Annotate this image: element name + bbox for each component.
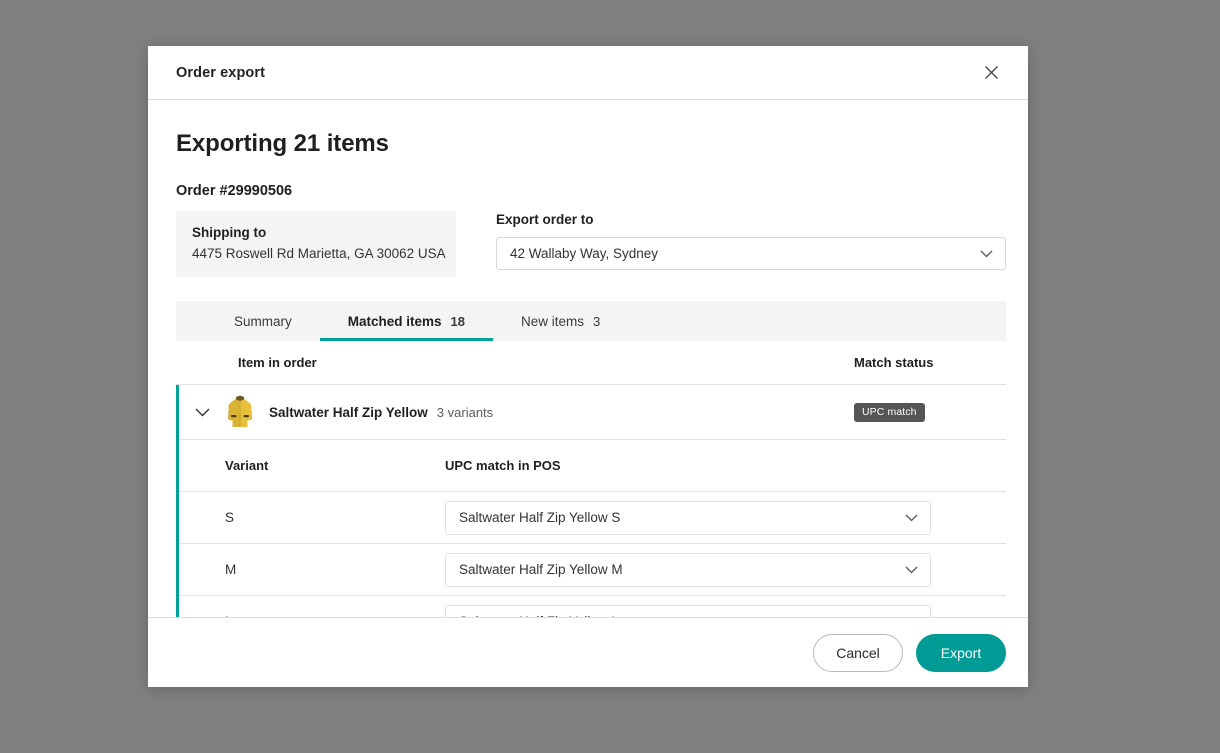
dialog-window-title: Order export xyxy=(176,64,266,81)
variant-label: M xyxy=(225,562,237,577)
shipping-to-label: Shipping to xyxy=(192,225,267,240)
table-row: L Saltwater Half Zip Yellow L xyxy=(179,596,1006,617)
shipping-to-panel: Shipping to 4475 Roswell Rd Marietta, GA… xyxy=(176,211,456,277)
cancel-button[interactable]: Cancel xyxy=(813,633,903,672)
upc-match-select[interactable]: Saltwater Half Zip Yellow L xyxy=(445,604,931,617)
matched-item-group: Saltwater Half Zip Yellow 3 variants UPC… xyxy=(176,385,1006,617)
variant-label: S xyxy=(225,510,235,525)
export-order-to-label: Export order to xyxy=(496,212,594,227)
column-header-item-in-order: Item in order xyxy=(238,355,317,370)
order-info-row: Shipping to 4475 Roswell Rd Marietta, GA… xyxy=(176,211,1006,277)
chevron-down-icon xyxy=(905,514,918,522)
yellow-jacket-thumbnail xyxy=(225,393,255,431)
upc-match-value: Saltwater Half Zip Yellow L xyxy=(459,614,619,617)
table-row[interactable]: Saltwater Half Zip Yellow 3 variants UPC… xyxy=(179,385,1006,440)
tab-matched-items[interactable]: Matched items 18 xyxy=(319,301,494,341)
chevron-down-icon xyxy=(905,566,918,574)
item-variant-count: 3 variants xyxy=(436,404,494,420)
variant-label: L xyxy=(225,614,445,617)
tab-summary-label: Summary xyxy=(234,313,292,329)
match-status-cell: UPC match xyxy=(854,402,994,422)
export-button[interactable]: Export xyxy=(916,633,1006,672)
tab-new-items[interactable]: New items 3 xyxy=(493,301,628,341)
upc-match-value: Saltwater Half Zip Yellow M xyxy=(459,562,623,577)
item-name: Saltwater Half Zip Yellow xyxy=(269,404,428,420)
variant-table-header-row: Variant UPC match in POS xyxy=(179,440,1006,492)
shipping-to-address: 4475 Roswell Rd Marietta, GA 30062 USA xyxy=(192,246,446,261)
export-order-to-value: 42 Wallaby Way, Sydney xyxy=(510,246,659,261)
order-export-dialog: Order export Exporting 21 items Order #2… xyxy=(148,46,1028,687)
export-order-to-group: Export order to 42 Wallaby Way, Sydney xyxy=(496,211,1006,277)
tab-bar: Summary Matched items 18 New items 3 xyxy=(176,301,1006,341)
tab-summary[interactable]: Summary xyxy=(206,301,320,341)
upc-match-select[interactable]: Saltwater Half Zip Yellow M xyxy=(445,552,931,587)
chevron-down-icon xyxy=(980,250,993,258)
tab-matched-items-count: 18 xyxy=(450,313,466,329)
column-header-variant: Variant xyxy=(225,458,269,473)
table-header-row: Item in order Match status xyxy=(176,341,1006,385)
tab-matched-items-label: Matched items xyxy=(347,313,442,329)
dialog-content: Exporting 21 items Order #29990506 Shipp… xyxy=(148,100,1028,617)
column-header-match-status: Match status xyxy=(854,355,934,370)
column-header-upc-match-in-pos: UPC match in POS xyxy=(445,458,561,473)
upc-match-value: Saltwater Half Zip Yellow S xyxy=(459,510,621,525)
page-title: Exporting 21 items xyxy=(176,130,389,157)
status-badge: UPC match xyxy=(854,402,925,422)
tab-new-items-label: New items xyxy=(521,313,585,329)
table-row: S Saltwater Half Zip Yellow S xyxy=(179,492,1006,544)
export-order-to-select[interactable]: 42 Wallaby Way, Sydney xyxy=(496,237,1006,270)
table-row: M Saltwater Half Zip Yellow M xyxy=(179,544,1006,596)
close-icon[interactable] xyxy=(976,58,1006,88)
upc-match-select[interactable]: Saltwater Half Zip Yellow S xyxy=(445,500,931,535)
tab-new-items-count: 3 xyxy=(593,313,601,329)
order-number: Order #29990506 xyxy=(176,183,293,199)
dialog-footer: Cancel Export xyxy=(148,617,1028,687)
dialog-titlebar: Order export xyxy=(148,46,1028,100)
chevron-down-icon[interactable] xyxy=(179,408,225,417)
